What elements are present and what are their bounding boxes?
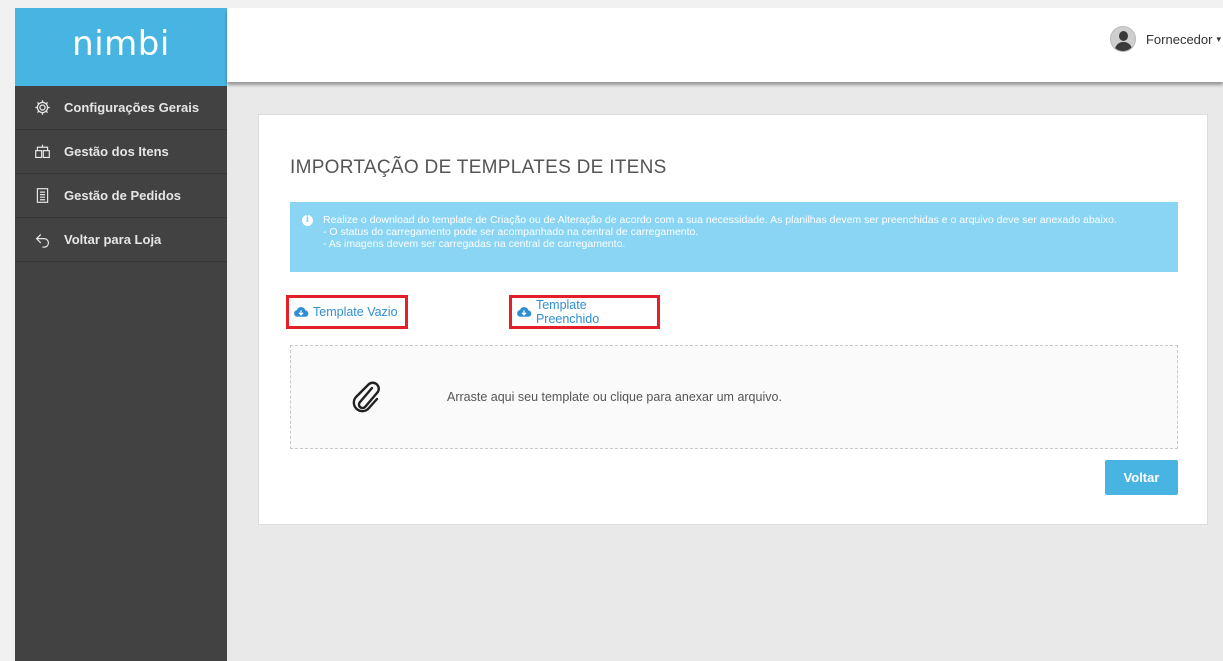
top-header: Fornecedor ▾	[227, 8, 1223, 82]
sidebar-item-label: Gestão de Pedidos	[64, 188, 182, 203]
info-line: Realize o download do template de Criaçã…	[323, 214, 1117, 226]
sidebar-item-gestao-dos-itens[interactable]: Gestão dos Itens	[15, 130, 227, 174]
import-card: IMPORTAÇÃO DE TEMPLATES DE ITENS i Reali…	[258, 114, 1208, 525]
app-frame: nimbi Configurações Gerais Gestão dos It…	[15, 8, 1223, 661]
template-vazio-label: Template Vazio	[313, 305, 398, 319]
paperclip-icon	[352, 381, 380, 413]
template-vazio-link[interactable]: Template Vazio	[286, 295, 408, 329]
info-icon: i	[302, 215, 313, 226]
sidebar-item-voltar-para-loja[interactable]: Voltar para Loja	[15, 218, 227, 262]
avatar	[1109, 26, 1136, 52]
user-menu[interactable]: Fornecedor ▾	[1109, 26, 1223, 52]
logo: nimbi	[72, 24, 170, 64]
clipboard-icon	[33, 187, 51, 205]
dropzone-text: Arraste aqui seu template ou clique para…	[447, 390, 782, 404]
boxes-icon	[33, 143, 51, 161]
sidebar-item-configuracoes-gerais[interactable]: Configurações Gerais	[15, 86, 227, 130]
logo-area[interactable]: nimbi	[15, 8, 227, 86]
voltar-button[interactable]: Voltar	[1105, 460, 1178, 495]
gear-icon	[33, 99, 51, 117]
info-line: - As imagens devem ser carregadas na cen…	[323, 238, 626, 250]
chevron-down-icon: ▾	[1216, 33, 1221, 44]
sidebar: nimbi Configurações Gerais Gestão dos It…	[15, 8, 227, 661]
template-preenchido-link[interactable]: Template Preenchido	[509, 295, 660, 329]
user-name: Fornecedor	[1145, 31, 1213, 47]
template-preenchido-label: Template Preenchido	[535, 298, 600, 326]
sidebar-item-label: Configurações Gerais	[64, 100, 200, 115]
sidebar-item-label: Voltar para Loja	[64, 232, 162, 247]
page-title: IMPORTAÇÃO DE TEMPLATES DE ITENS	[290, 157, 667, 178]
sidebar-item-label: Gestão dos Itens	[64, 144, 169, 159]
file-dropzone[interactable]: Arraste aqui seu template ou clique para…	[290, 345, 1178, 449]
info-line: - O status do carregamento pode ser acom…	[323, 226, 699, 238]
info-alert: i Realize o download do template de Cria…	[290, 202, 1178, 272]
cloud-download-icon	[517, 307, 532, 317]
cloud-download-icon	[294, 307, 309, 317]
sidebar-item-gestao-de-pedidos[interactable]: Gestão de Pedidos	[15, 174, 227, 218]
back-arrow-icon	[33, 231, 51, 249]
